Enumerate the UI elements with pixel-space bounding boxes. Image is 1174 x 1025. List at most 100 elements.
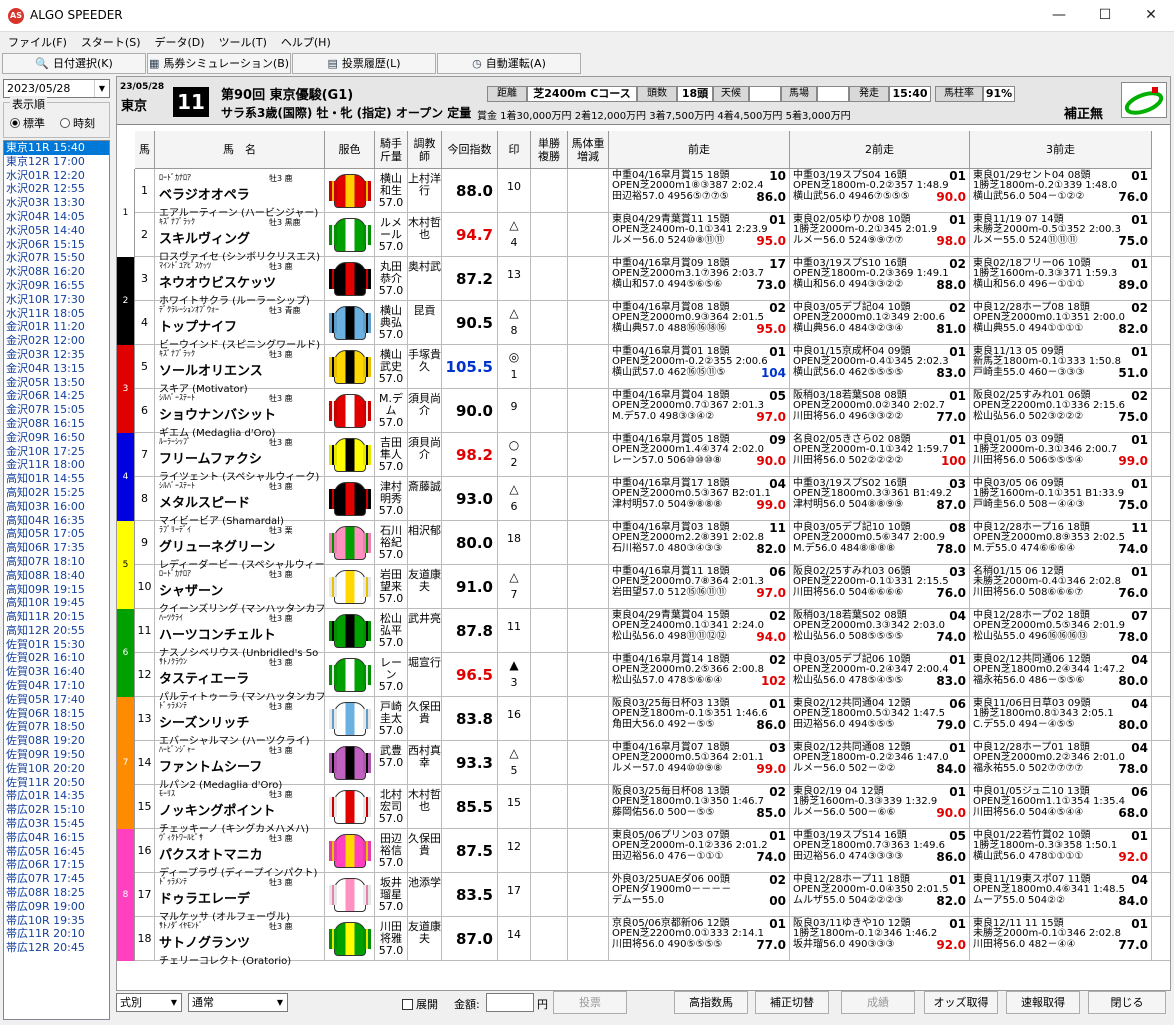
bet-type-select[interactable]: 式別 ▼ <box>116 993 182 1012</box>
race-list-item[interactable]: 高知12R 20:55 <box>4 624 109 638</box>
horse-row[interactable]: 4 ﾃﾞｸﾗﾚｰｼｮﾝｵﾌﾞｳｫｰ 牡3 青鹿 トップナイフ ビーウインド (スピニング… <box>135 301 1170 351</box>
race-list-item[interactable]: 佐賀06R 18:15 <box>4 707 109 721</box>
race-list-item[interactable]: 東京11R 15:40 <box>4 141 109 155</box>
prediction-mark[interactable]: ▲ <box>498 659 530 671</box>
horse-row[interactable]: 15 ﾓｰﾘｽ 牡3 鹿ノッキングポイント チェッキーノ (キングカメハメハ) 北村宏司… <box>135 785 1170 835</box>
horse-name[interactable]: サトノグランツ <box>159 932 324 951</box>
horse-row[interactable]: 18 ｻﾄﾉﾀﾞｲﾔﾓﾝﾄﾞ 牡3 鹿サトノグランツ チェリーコレクト (Orator… <box>135 917 1170 967</box>
horse-row[interactable]: 13 ﾄﾞｩﾗﾒﾝﾃ 牡3 鹿シーズンリッチ エバーシャルマン (ハーツクライ) 戸崎圭… <box>135 697 1170 747</box>
horse-row[interactable]: 1 ﾛｰﾄﾞｶﾅﾛｱ 牡3 鹿ベラジオオペラ エアルーティーン (ハービンジャー) 横山… <box>135 169 1170 219</box>
horse-name[interactable]: タスティエーラ <box>159 668 324 687</box>
horse-row[interactable]: 7 ﾙｰﾗｰｼｯﾌﾟ 牡3 鹿フリームファクシ ライツェント (スペシャルウィーク) 吉… <box>135 433 1170 483</box>
horse-row[interactable]: 6 ｼﾙﾊﾞｰｽﾃｰﾄ 牡3 鹿ショウナンバシット ギエム (Medaglia d'O… <box>135 389 1170 439</box>
race-list-item[interactable]: 金沢07R 15:05 <box>4 403 109 417</box>
race-list-item[interactable]: 高知04R 16:35 <box>4 514 109 528</box>
prediction-mark[interactable]: △ <box>498 219 530 231</box>
race-list-item[interactable]: 水沢11R 18:05 <box>4 307 109 321</box>
horse-name[interactable]: グリューネグリーン <box>159 536 324 555</box>
menu-data[interactable]: データ(D) <box>147 32 211 50</box>
horse-name[interactable]: トップナイフ <box>159 316 324 335</box>
odds-fetch-button[interactable]: オッズ取得 <box>924 991 998 1014</box>
horse-name[interactable]: シーズンリッチ <box>159 712 324 731</box>
race-list-item[interactable]: 水沢07R 15:50 <box>4 251 109 265</box>
horse-name[interactable]: ハーツコンチェルト <box>159 624 324 643</box>
horse-name[interactable]: ソールオリエンス <box>159 360 324 379</box>
race-list-item[interactable]: 金沢01R 11:20 <box>4 320 109 334</box>
race-list-item[interactable]: 金沢09R 16:50 <box>4 431 109 445</box>
race-list-item[interactable]: 佐賀08R 19:20 <box>4 734 109 748</box>
race-list-item[interactable]: 佐賀01R 15:30 <box>4 638 109 652</box>
race-list-item[interactable]: 金沢05R 13:50 <box>4 376 109 390</box>
menu-help[interactable]: ヘルプ(H) <box>273 32 337 50</box>
prediction-mark[interactable]: ○ <box>498 439 530 451</box>
horse-name[interactable]: ネウオウビスケッツ <box>159 272 324 291</box>
horse-name[interactable]: ドゥラエレーデ <box>159 888 324 907</box>
prediction-mark[interactable]: △ <box>498 307 530 319</box>
horse-row[interactable]: 17 ﾄﾞｩﾗﾒﾝﾃ 牡3 鹿ドゥラエレーデ マルケッサ (オルフェーヴル) 坂井瑠星 5… <box>135 873 1170 923</box>
race-list-item[interactable]: 帯広01R 14:35 <box>4 789 109 803</box>
horse-name[interactable]: パクスオトマニカ <box>159 844 324 863</box>
race-list-item[interactable]: 帯広11R 20:10 <box>4 927 109 941</box>
race-list-item[interactable]: 佐賀07R 18:50 <box>4 720 109 734</box>
horse-name[interactable]: メタルスピード <box>159 492 324 511</box>
expand-checkbox[interactable]: 展開 <box>402 996 438 1012</box>
race-list-item[interactable]: 高知09R 19:15 <box>4 583 109 597</box>
amount-input[interactable] <box>486 993 534 1012</box>
race-list-item[interactable]: 佐賀02R 16:10 <box>4 651 109 665</box>
high-index-button[interactable]: 高指数馬 <box>674 991 748 1014</box>
race-list-item[interactable]: 金沢03R 12:35 <box>4 348 109 362</box>
prediction-mark[interactable]: △ <box>498 483 530 495</box>
menu-file[interactable]: ファイル(F) <box>0 32 73 50</box>
race-list-item[interactable]: 水沢10R 17:30 <box>4 293 109 307</box>
results-button[interactable]: 成績 <box>841 991 915 1014</box>
radio-time[interactable]: 時刻 <box>60 115 95 131</box>
vote-history-button[interactable]: ▤ 投票履歴(L) <box>292 53 436 74</box>
race-list-item[interactable]: 帯広03R 15:45 <box>4 817 109 831</box>
race-list-item[interactable]: 東京12R 17:00 <box>4 155 109 169</box>
race-list-item[interactable]: 帯広07R 17:45 <box>4 872 109 886</box>
prediction-mark[interactable]: ◎ <box>498 351 530 363</box>
mode-select[interactable]: 通常 ▼ <box>188 993 288 1012</box>
race-list[interactable]: 東京11R 15:40 東京12R 17:00 水沢01R 12:20 水沢02R 1… <box>3 140 110 1020</box>
race-list-item[interactable]: 金沢10R 17:25 <box>4 445 109 459</box>
horse-row[interactable]: 12 ｻﾄﾉｸﾗｳﾝ 牡3 鹿タスティエーラ パルティトゥーラ (マンハッタンカフェ)… <box>135 653 1170 703</box>
close-window-button[interactable]: ✕ <box>1128 0 1174 32</box>
race-list-item[interactable]: 佐賀03R 16:40 <box>4 665 109 679</box>
horse-row[interactable]: 10 ﾛｰﾄﾞｶﾅﾛｱ 牡3 鹿シャザーン クイーンズリング (マンハッタンカフェ) 岩… <box>135 565 1170 615</box>
vote-button[interactable]: 投票 <box>553 991 627 1014</box>
race-list-item[interactable]: 金沢04R 13:15 <box>4 362 109 376</box>
race-list-item[interactable]: 高知11R 20:15 <box>4 610 109 624</box>
horse-row[interactable]: 9 ﾗﾌﾞﾘｰﾃﾞｲ 牡3 栗グリューネグリーン レディーダービー (スペシャルウィー… <box>135 521 1170 571</box>
race-list-item[interactable]: 高知08R 18:40 <box>4 569 109 583</box>
horse-row[interactable]: 11 ﾊｰﾂｸﾗｲ 牡3 鹿ハーツコンチェルト ナスノシベリウス (Unbridled… <box>135 609 1170 659</box>
horse-name[interactable]: シャザーン <box>159 580 324 599</box>
race-list-item[interactable]: 佐賀04R 17:10 <box>4 679 109 693</box>
race-list-item[interactable]: 高知05R 17:05 <box>4 527 109 541</box>
race-list-item[interactable]: 水沢03R 13:30 <box>4 196 109 210</box>
race-list-item[interactable]: 金沢06R 14:25 <box>4 389 109 403</box>
flash-fetch-button[interactable]: 速報取得 <box>1006 991 1080 1014</box>
horse-row[interactable]: 2 ｷｽﾞﾅﾌﾞﾗｯｸ 牡3 黒鹿 スキルヴィング ロスヴァイセ (シンボリクリスエス)… <box>135 213 1170 263</box>
race-list-item[interactable]: 金沢11R 18:00 <box>4 458 109 472</box>
race-list-item[interactable]: 水沢05R 14:40 <box>4 224 109 238</box>
race-list-item[interactable]: 高知02R 15:25 <box>4 486 109 500</box>
horse-row[interactable]: 8 ｼﾙﾊﾞｰｽﾃｰﾄ 牡3 鹿メタルスピード マイビービア (Shamardal) 津… <box>135 477 1170 527</box>
race-list-item[interactable]: 高知01R 14:55 <box>4 472 109 486</box>
horse-row[interactable]: 16 ｳﾞｨｸﾄﾜｰﾙﾋﾟｻ 牡3 鹿パクスオトマニカ ディープラヴ (ディープインパ… <box>135 829 1170 879</box>
date-select-button[interactable]: 🔍 日付選択(K) <box>2 53 146 74</box>
horse-row[interactable]: 3 ﾏｲﾝﾄﾞﾕｱﾋﾞｽｹｯﾂ 牡3 鹿ネウオウビスケッツ ホワイトサクラ (ルーラー… <box>135 257 1170 307</box>
race-list-item[interactable]: 水沢02R 12:55 <box>4 182 109 196</box>
race-list-item[interactable]: 水沢04R 14:05 <box>4 210 109 224</box>
maximize-button[interactable]: ☐ <box>1082 0 1128 32</box>
simulation-button[interactable]: ▦ 馬券シミュレーション(B) <box>147 53 291 74</box>
horse-name[interactable]: フリームファクシ <box>159 448 324 467</box>
correction-toggle-button[interactable]: 補正切替 <box>755 991 829 1014</box>
horse-row[interactable]: 14 ﾊｰﾋﾞﾝｼﾞｬｰ 牡3 鹿ファントムシーフ ルパン2 (Medaglia d'… <box>135 741 1170 791</box>
race-list-item[interactable]: 水沢06R 15:15 <box>4 238 109 252</box>
auto-run-button[interactable]: ◷ 自動運転(A) <box>437 53 581 74</box>
race-list-item[interactable]: 帯広10R 19:35 <box>4 914 109 928</box>
minimize-button[interactable]: — <box>1036 0 1082 32</box>
race-list-item[interactable]: 帯広02R 15:10 <box>4 803 109 817</box>
prediction-mark[interactable]: △ <box>498 747 530 759</box>
race-list-item[interactable]: 帯広12R 20:45 <box>4 941 109 955</box>
